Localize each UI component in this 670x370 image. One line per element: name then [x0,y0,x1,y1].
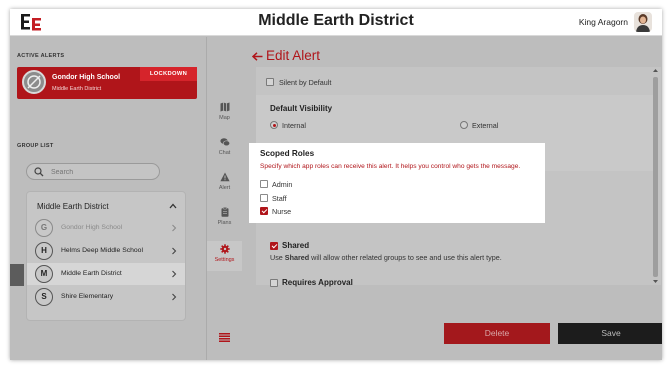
group-item-initial: G [35,219,53,237]
chevron-right-icon [172,293,177,301]
chat-icon [220,138,230,147]
lockdown-icon [27,75,41,89]
page-title: Edit Alert [266,48,321,63]
scoped-roles-description: Specify which app roles can receive this… [260,163,521,170]
alert-icon [220,172,230,182]
silent-by-default-checkbox[interactable] [266,78,274,86]
visibility-external-label: External [472,121,499,130]
nav-label: Plans [217,220,232,226]
user-name[interactable]: King Aragorn [579,17,628,27]
side-nav: Map Chat Alert Plans Settings [206,37,242,360]
silent-by-default-label: Silent by Default [279,78,332,87]
group-item-middle-earth-district[interactable]: M Middle Earth District [27,263,185,285]
role-staff-checkbox[interactable] [260,194,268,202]
delete-button[interactable]: Delete [444,323,550,344]
selected-group-marker [10,264,24,286]
group-item-label: Helms Deep Middle School [61,247,143,254]
group-item-label: Shire Elementary [61,293,114,300]
role-admin-checkbox[interactable] [260,180,268,188]
role-staff-label: Staff [272,194,287,203]
shared-label: Shared [282,241,310,250]
lockdown-badge: LOCKDOWN [140,67,197,81]
app-title: Middle Earth District [258,12,414,29]
left-panel: ACTIVE ALERTS Gondor High School Middle … [10,37,206,360]
avatar[interactable] [634,12,652,32]
alert-school-avatar [22,70,46,94]
menu-icon[interactable] [219,333,230,342]
save-button[interactable]: Save [558,323,662,344]
alert-school-name: Gondor High School [52,74,121,81]
back-arrow-icon[interactable] [252,52,263,61]
default-visibility-label: Default Visibility [270,104,333,113]
nav-label: Map [219,115,230,121]
search-icon [34,167,44,177]
group-item-label: Middle Earth District [61,270,122,277]
active-alerts-label: ACTIVE ALERTS [17,53,65,59]
nav-item-settings[interactable]: Settings [207,241,242,271]
role-nurse-label: Nurse [272,207,292,216]
group-item-gondor-high-school[interactable]: G Gondor High School [27,217,185,239]
group-panel: Middle Earth District G Gondor High Scho… [26,191,186,321]
top-header: Middle Earth District King Aragorn [10,9,662,36]
shared-checkbox[interactable] [270,242,278,250]
chevron-up-icon[interactable] [169,202,177,210]
role-admin-label: Admin [272,180,293,189]
group-list-label: GROUP LIST [17,143,54,149]
chevron-right-icon [172,247,177,255]
nav-label: Settings [214,257,235,263]
visibility-external-radio[interactable] [460,121,468,129]
nav-item-map[interactable]: Map [207,99,242,129]
requires-approval-checkbox[interactable] [270,279,278,287]
chevron-right-icon [172,224,177,232]
shared-description: Use Shared will allow other related grou… [270,253,502,262]
group-item-initial: M [35,265,53,283]
alert-district-name: Middle Earth District [52,86,102,92]
visibility-internal-label: Internal [282,121,306,130]
group-item-shire-elementary[interactable]: S Shire Elementary [27,286,185,308]
group-item-helms-deep-middle-school[interactable]: H Helms Deep Middle School [27,240,185,262]
shared-description-bold: Shared [284,253,310,262]
nav-item-chat[interactable]: Chat [207,134,242,164]
chevron-right-icon [172,270,177,278]
group-item-initial: S [35,288,53,306]
clipboard-icon [221,207,229,217]
scrollbar-thumb[interactable] [653,77,658,277]
shared-description-prefix: Use [270,253,285,262]
app-window: Middle Earth District King Aragorn ACTIV… [10,9,662,360]
scoped-roles-card: Scoped Roles Specify which app roles can… [249,143,545,223]
group-item-label: Gondor High School [61,224,123,231]
active-alert-card[interactable]: Gondor High School Middle Earth District… [17,67,197,99]
visibility-internal-radio[interactable] [270,121,278,129]
search-input[interactable] [51,167,151,177]
nav-item-plans[interactable]: Plans [207,204,242,234]
group-name[interactable]: Middle Earth District [37,202,109,211]
user-avatar-icon [636,14,650,32]
map-icon [220,102,230,112]
nav-label: Chat [218,150,231,156]
role-nurse-checkbox[interactable] [260,207,268,215]
scoped-roles-title: Scoped Roles [260,149,315,158]
gear-icon [220,244,230,254]
nav-label: Alert [218,185,231,191]
shared-description-suffix: will allow other related groups to see a… [309,253,502,262]
group-search[interactable] [26,163,160,180]
nav-item-alert[interactable]: Alert [207,169,242,199]
group-item-initial: H [35,242,53,260]
requires-approval-label: Requires Approval [282,278,353,287]
